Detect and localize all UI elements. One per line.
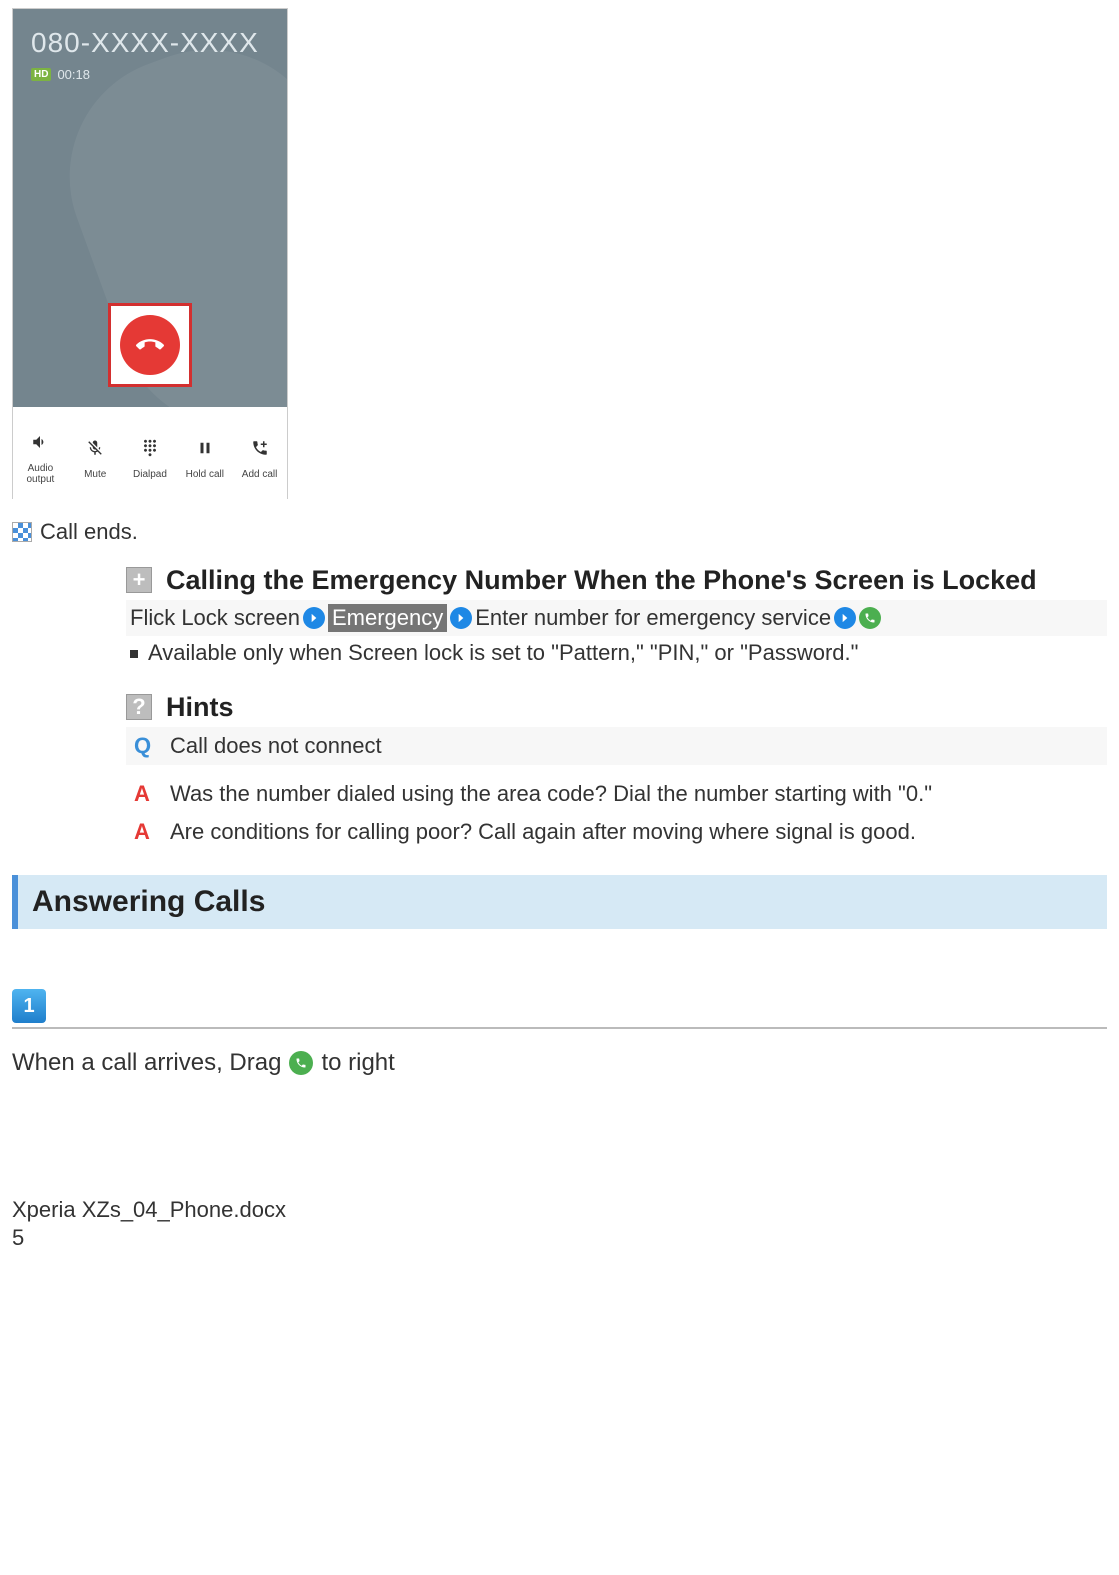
emergency-note: Available only when Screen lock is set t… [148, 640, 858, 666]
a-letter-icon: A [134, 819, 158, 845]
hint-question: Call does not connect [170, 733, 382, 759]
dialpad-icon [141, 439, 159, 457]
arrow-icon [303, 607, 325, 629]
emergency-note-row: Available only when Screen lock is set t… [126, 636, 1107, 670]
hd-timer-row: HD 00:18 [31, 67, 90, 82]
footer-filename: Xperia XZs_04_Phone.docx [12, 1197, 1107, 1223]
arrow-icon [834, 607, 856, 629]
add-call-icon [251, 439, 269, 457]
dialpad-label: Dialpad [133, 469, 167, 480]
arrow-icon [450, 607, 472, 629]
call-ends-line: Call ends. [12, 519, 1107, 545]
add-call-button[interactable]: Add call [235, 431, 285, 480]
phone-call-screenshot: 080-XXXX-XXXX HD 00:18 Audio output Mute… [12, 8, 288, 499]
step-1-badge: 1 [12, 989, 46, 1023]
end-call-highlight [108, 303, 192, 387]
hint-answer-row: A Was the number dialed using the area c… [126, 775, 1107, 813]
hangup-icon [136, 331, 164, 359]
audio-output-label: Audio output [15, 463, 65, 485]
mute-button[interactable]: Mute [70, 431, 120, 480]
hint-answer-row: A Are conditions for calling poor? Call … [126, 813, 1107, 851]
dial-icon [289, 1051, 313, 1075]
end-call-button[interactable] [120, 315, 180, 375]
dial-icon [859, 607, 881, 629]
bullet-icon [130, 650, 138, 658]
a-letter-icon: A [134, 781, 158, 807]
call-duration: 00:18 [57, 67, 90, 82]
emergency-flow: Flick Lock screen Emergency Enter number… [126, 600, 1107, 636]
emergency-section: Calling the Emergency Number When the Ph… [126, 563, 1107, 670]
hd-badge: HD [31, 68, 51, 81]
footer-page: 5 [12, 1225, 1107, 1251]
step-1-pre: When a call arrives, Drag [12, 1049, 281, 1077]
speaker-icon [31, 433, 49, 451]
hint-answer-1: Was the number dialed using the area cod… [170, 781, 932, 807]
step-1-post: to right [321, 1049, 394, 1077]
hint-question-row: Q Call does not connect [126, 727, 1107, 765]
phone-bottom-toolbar: Audio output Mute Dialpad Hold call Add … [13, 407, 287, 499]
q-letter-icon: Q [134, 733, 158, 759]
mute-icon [86, 439, 104, 457]
answering-calls-heading: Answering Calls [12, 875, 1107, 929]
footer: Xperia XZs_04_Phone.docx 5 [12, 1197, 1107, 1251]
step-divider [12, 1027, 1107, 1029]
hint-answer-2: Are conditions for calling poor? Call ag… [170, 819, 916, 845]
emergency-heading-row: Calling the Emergency Number When the Ph… [126, 563, 1107, 598]
mute-label: Mute [84, 469, 106, 480]
question-icon [126, 694, 152, 720]
step-1-text: When a call arrives, Drag to right [12, 1049, 1107, 1077]
hints-heading: Hints [166, 690, 234, 725]
checker-flag-icon [12, 522, 32, 542]
emergency-step2: Enter number for emergency service [475, 605, 831, 631]
hold-call-button[interactable]: Hold call [180, 431, 230, 480]
plus-icon [126, 567, 152, 593]
add-call-label: Add call [242, 469, 278, 480]
phone-top-area: 080-XXXX-XXXX HD 00:18 [13, 9, 287, 407]
audio-output-button[interactable]: Audio output [15, 425, 65, 485]
pause-icon [196, 439, 214, 457]
hints-heading-row: Hints [126, 690, 1107, 725]
emergency-heading: Calling the Emergency Number When the Ph… [166, 563, 1037, 598]
dialed-number: 080-XXXX-XXXX [31, 27, 259, 59]
hints-section: Hints Q Call does not connect A Was the … [126, 690, 1107, 851]
emergency-step1: Flick Lock screen [130, 605, 300, 631]
call-ends-text: Call ends. [40, 519, 138, 545]
hold-call-label: Hold call [186, 469, 224, 480]
dialpad-button[interactable]: Dialpad [125, 431, 175, 480]
emergency-badge: Emergency [328, 604, 447, 632]
